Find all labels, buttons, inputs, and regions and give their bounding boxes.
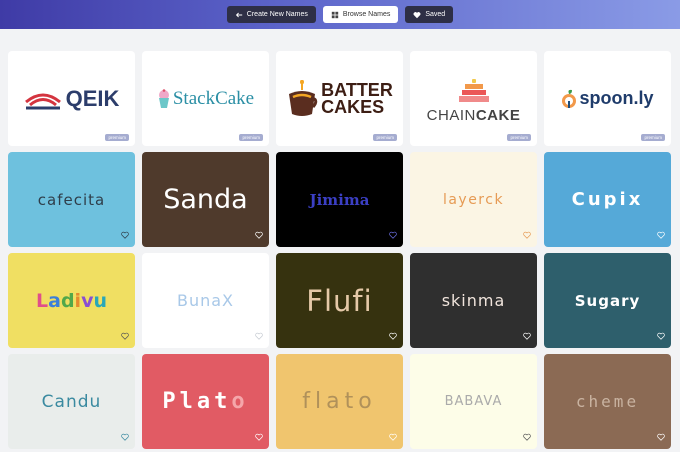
saved-button[interactable]: Saved <box>405 6 454 23</box>
batter-cakes-logo-line1: BATTER <box>321 79 393 100</box>
flag-icon <box>24 93 61 109</box>
name-card-sugary[interactable]: Sugary <box>544 253 671 348</box>
name-text: BABAVA <box>444 394 503 409</box>
premium-badge: premium <box>239 134 263 141</box>
names-grid: QEIK premium StackCake premium BATTER CA… <box>8 51 672 452</box>
heart-icon[interactable] <box>657 433 665 441</box>
batter-cakes-logo-line2: CAKES <box>321 96 385 117</box>
cupcake-icon <box>158 88 169 108</box>
name-card-cheme[interactable]: cheme <box>544 354 671 449</box>
spoonly-logo-text: spoon.ly <box>579 88 654 108</box>
name-card-sanda[interactable]: Sanda <box>142 152 269 247</box>
heart-icon[interactable] <box>523 332 531 340</box>
name-card-skinma[interactable]: skinma <box>410 253 537 348</box>
create-new-names-label: Create New Names <box>246 11 308 18</box>
name-text: skinma <box>441 291 506 310</box>
spoonly-logo: spoon.ly <box>561 88 654 109</box>
create-new-names-button[interactable]: Create New Names <box>226 6 316 23</box>
qeik-logo: QEIK <box>24 85 120 112</box>
name-text: Cupix <box>571 189 644 210</box>
browse-names-button[interactable]: Browse Names <box>322 6 399 23</box>
heart-icon[interactable] <box>523 433 531 441</box>
chaincake-logo-part1: CHAIN <box>426 107 476 124</box>
name-card-jimima[interactable]: Jimima <box>276 152 403 247</box>
premium-badge: premium <box>373 134 397 141</box>
heart-icon <box>413 11 421 18</box>
name-card-flufi[interactable]: Flufi <box>276 253 403 348</box>
name-text: Flufi <box>306 283 373 318</box>
name-text: Sanda <box>163 184 248 215</box>
name-text: Sugary <box>574 291 641 310</box>
name-text: BunaX <box>176 291 235 310</box>
browse-names-label: Browse Names <box>342 11 391 18</box>
top-navigation-bar: Create New Names Browse Names Saved <box>0 0 680 29</box>
spoon-leaf-icon <box>562 89 577 108</box>
heart-icon[interactable] <box>121 433 129 441</box>
heart-icon[interactable] <box>389 433 397 441</box>
name-text: Ladivu <box>36 289 107 312</box>
name-card-bunax[interactable]: BunaX <box>142 253 269 348</box>
saved-label: Saved <box>425 11 446 18</box>
heart-icon[interactable] <box>389 332 397 340</box>
stackcake-logo: StackCake <box>157 88 254 110</box>
premium-logo-card-qeik[interactable]: QEIK premium <box>8 51 135 146</box>
heart-icon[interactable] <box>255 332 263 340</box>
name-card-candu[interactable]: Candu <box>8 354 135 449</box>
heart-icon[interactable] <box>657 332 665 340</box>
name-card-ladivu[interactable]: Ladivu <box>8 253 135 348</box>
grid-icon <box>331 11 339 18</box>
heart-icon[interactable] <box>657 231 665 239</box>
heart-icon[interactable] <box>255 231 263 239</box>
heart-icon[interactable] <box>389 231 397 239</box>
premium-logo-card-chaincake[interactable]: CHAINCAKE premium <box>410 51 537 146</box>
name-text: Plato <box>162 389 249 414</box>
name-text: Candu <box>41 391 102 412</box>
heart-icon[interactable] <box>523 231 531 239</box>
name-text: cafecita <box>37 190 106 209</box>
heart-icon[interactable] <box>121 231 129 239</box>
stackcake-logo-text: StackCake <box>172 87 255 109</box>
premium-logo-card-batter-cakes[interactable]: BATTER CAKES premium <box>276 51 403 146</box>
name-card-plato[interactable]: Plato <box>142 354 269 449</box>
heart-icon[interactable] <box>121 332 129 340</box>
premium-logo-card-spoonly[interactable]: spoon.ly premium <box>544 51 671 146</box>
name-text: flato <box>302 389 377 414</box>
batter-cakes-logo: BATTER CAKES <box>286 79 393 118</box>
chaincake-logo: CHAINCAKE <box>427 79 521 124</box>
premium-badge: premium <box>641 134 665 141</box>
name-text: cheme <box>575 392 640 411</box>
premium-badge: premium <box>105 134 129 141</box>
premium-badge: premium <box>507 134 531 141</box>
arrow-left-icon <box>235 12 242 17</box>
name-card-cupix[interactable]: Cupix <box>544 152 671 247</box>
heart-icon[interactable] <box>255 433 263 441</box>
name-card-cafecita[interactable]: cafecita <box>8 152 135 247</box>
name-text: Jimima <box>309 190 370 209</box>
batter-bowl-icon <box>289 79 318 116</box>
name-text: layerck <box>442 191 505 208</box>
name-card-layerck[interactable]: layerck <box>410 152 537 247</box>
chaincake-logo-part2: CAKE <box>475 107 521 124</box>
name-card-flato[interactable]: flato <box>276 354 403 449</box>
layered-cake-icon <box>458 79 489 102</box>
premium-logo-card-stackcake[interactable]: StackCake premium <box>142 51 269 146</box>
qeik-logo-text: QEIK <box>65 85 120 111</box>
name-card-babava[interactable]: BABAVA <box>410 354 537 449</box>
